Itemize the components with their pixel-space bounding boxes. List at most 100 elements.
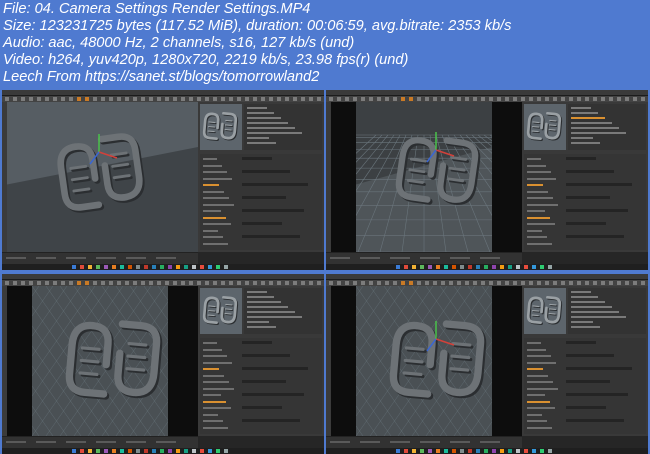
toolbar-icon[interactable] bbox=[617, 97, 621, 101]
object-row[interactable] bbox=[571, 127, 619, 129]
attribute-field[interactable] bbox=[242, 222, 282, 225]
toolbar-icon[interactable] bbox=[261, 97, 265, 101]
timeline-control[interactable] bbox=[480, 441, 500, 443]
toolbar-icon[interactable] bbox=[133, 97, 137, 101]
attribute-field[interactable] bbox=[242, 196, 286, 199]
taskbar-app-icon[interactable] bbox=[176, 449, 180, 453]
toolbar-icon[interactable] bbox=[633, 281, 637, 285]
viewport[interactable] bbox=[32, 286, 168, 436]
toolbar-icon[interactable] bbox=[593, 281, 597, 285]
taskbar-app-icon[interactable] bbox=[500, 449, 504, 453]
toolbar-icon[interactable] bbox=[125, 281, 129, 285]
attribute-field[interactable] bbox=[566, 157, 596, 160]
toolbar-icon[interactable] bbox=[13, 281, 17, 285]
toolbar-icon[interactable] bbox=[497, 97, 501, 101]
toolbar-icon[interactable] bbox=[221, 281, 225, 285]
attribute-manager[interactable] bbox=[524, 154, 646, 250]
toolbar-icon[interactable] bbox=[317, 97, 321, 101]
attribute-field[interactable] bbox=[566, 209, 628, 212]
toolbar-icon[interactable] bbox=[561, 281, 565, 285]
toolbar-icon[interactable] bbox=[29, 97, 33, 101]
toolbar-icon[interactable] bbox=[545, 281, 549, 285]
toolbar-icon[interactable] bbox=[433, 281, 437, 285]
toolbar-icon[interactable] bbox=[149, 281, 153, 285]
toolbar-icon[interactable] bbox=[181, 97, 185, 101]
toolbar-icon[interactable] bbox=[293, 97, 297, 101]
object-row[interactable] bbox=[571, 142, 600, 144]
taskbar-app-icon[interactable] bbox=[484, 449, 488, 453]
taskbar-app-icon[interactable] bbox=[152, 265, 156, 269]
toolbar-icon[interactable] bbox=[553, 281, 557, 285]
toolbar-icon[interactable] bbox=[237, 281, 241, 285]
attribute-field[interactable] bbox=[242, 367, 308, 370]
toolbar-icon[interactable] bbox=[53, 281, 57, 285]
toolbar-icon[interactable] bbox=[5, 281, 9, 285]
toolbar-icon[interactable] bbox=[433, 97, 437, 101]
toolbar-icon[interactable] bbox=[181, 281, 185, 285]
timeline-control[interactable] bbox=[96, 441, 116, 443]
taskbar-app-icon[interactable] bbox=[152, 449, 156, 453]
toolbar-icon[interactable] bbox=[329, 281, 333, 285]
toolbar-icon[interactable] bbox=[449, 97, 453, 101]
toolbar-icon[interactable] bbox=[481, 281, 485, 285]
object-row[interactable] bbox=[247, 137, 269, 139]
object-row[interactable] bbox=[247, 127, 295, 129]
taskbar-app-icon[interactable] bbox=[208, 265, 212, 269]
toolbar-icon[interactable] bbox=[213, 97, 217, 101]
toolbar-icon[interactable] bbox=[109, 281, 113, 285]
toolbar-icon[interactable] bbox=[45, 281, 49, 285]
object-row[interactable] bbox=[247, 132, 302, 134]
toolbar-icon[interactable] bbox=[205, 97, 209, 101]
taskbar-app-icon[interactable] bbox=[540, 449, 544, 453]
taskbar-app-icon[interactable] bbox=[120, 265, 124, 269]
toolbar-icon[interactable] bbox=[309, 281, 313, 285]
object-row[interactable] bbox=[571, 321, 593, 323]
toolbar-icon[interactable] bbox=[393, 97, 397, 101]
attribute-field[interactable] bbox=[566, 419, 624, 422]
timeline-control[interactable] bbox=[330, 441, 350, 443]
timeline-control[interactable] bbox=[126, 441, 146, 443]
taskbar-app-icon[interactable] bbox=[420, 265, 424, 269]
toolbar-icon[interactable] bbox=[29, 281, 33, 285]
taskbar-app-icon[interactable] bbox=[444, 449, 448, 453]
toolbar-icon[interactable] bbox=[449, 281, 453, 285]
toolbar-icon[interactable] bbox=[253, 281, 257, 285]
taskbar-app-icon[interactable] bbox=[200, 449, 204, 453]
toolbar-icon[interactable] bbox=[601, 281, 605, 285]
toolbar-icon[interactable] bbox=[13, 97, 17, 101]
toolbar-icon[interactable] bbox=[625, 281, 629, 285]
toolbar-icon[interactable] bbox=[585, 281, 589, 285]
attribute-field[interactable] bbox=[566, 393, 628, 396]
taskbar-app-icon[interactable] bbox=[452, 449, 456, 453]
toolbar-icon[interactable] bbox=[529, 97, 533, 101]
taskbar-app-icon[interactable] bbox=[524, 449, 528, 453]
object-row[interactable] bbox=[571, 291, 591, 293]
timeline-control[interactable] bbox=[420, 441, 440, 443]
taskbar-app-icon[interactable] bbox=[484, 265, 488, 269]
toolbar-icon[interactable] bbox=[505, 97, 509, 101]
toolbar-icon[interactable] bbox=[125, 97, 129, 101]
toolbar-icon[interactable] bbox=[577, 281, 581, 285]
toolbar-icon[interactable] bbox=[409, 97, 413, 101]
taskbar-app-icon[interactable] bbox=[468, 449, 472, 453]
timeline-control[interactable] bbox=[330, 257, 350, 259]
taskbar-app-icon[interactable] bbox=[532, 265, 536, 269]
taskbar-app-icon[interactable] bbox=[420, 449, 424, 453]
taskbar-app-icon[interactable] bbox=[112, 265, 116, 269]
toolbar-icon[interactable] bbox=[197, 281, 201, 285]
attribute-field[interactable] bbox=[566, 354, 614, 357]
timeline-control[interactable] bbox=[36, 257, 56, 259]
toolbar-icon[interactable] bbox=[261, 281, 265, 285]
taskbar-app-icon[interactable] bbox=[516, 449, 520, 453]
taskbar-app-icon[interactable] bbox=[224, 449, 228, 453]
timeline-control[interactable] bbox=[156, 441, 176, 443]
toolbar-icon[interactable] bbox=[221, 97, 225, 101]
toolbar-icon[interactable] bbox=[173, 97, 177, 101]
toolbar-icon[interactable] bbox=[237, 97, 241, 101]
toolbar-icon[interactable] bbox=[301, 281, 305, 285]
taskbar-app-icon[interactable] bbox=[72, 449, 76, 453]
taskbar-app-icon[interactable] bbox=[476, 265, 480, 269]
attribute-field[interactable] bbox=[566, 380, 610, 383]
toolbar-icon[interactable] bbox=[393, 281, 397, 285]
taskbar-app-icon[interactable] bbox=[136, 449, 140, 453]
